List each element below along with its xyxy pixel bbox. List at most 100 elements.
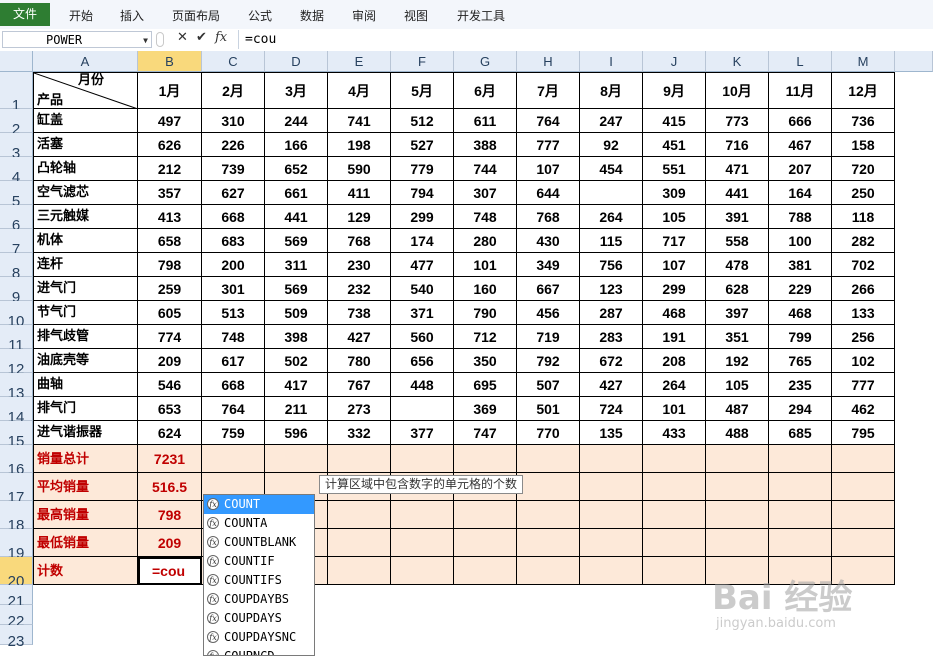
value-cell[interactable]: 398: [265, 325, 328, 349]
value-cell[interactable]: 768: [517, 205, 580, 229]
value-cell[interactable]: 658: [138, 229, 202, 253]
column-header-j[interactable]: J: [643, 51, 706, 72]
value-cell[interactable]: 166: [265, 133, 328, 157]
autocomplete-item[interactable]: fx COUNTBLANK: [204, 533, 314, 552]
name-box[interactable]: POWER ▼: [2, 31, 152, 48]
row-header-10[interactable]: 10: [0, 301, 33, 330]
column-header-g[interactable]: G: [454, 51, 517, 72]
value-cell[interactable]: 736: [832, 109, 895, 133]
value-cell[interactable]: 299: [391, 205, 454, 229]
product-name-cell[interactable]: 节气门: [33, 301, 138, 325]
value-cell[interactable]: 661: [265, 181, 328, 205]
row-header-15[interactable]: 15: [0, 421, 33, 450]
empty-summary-cell[interactable]: [328, 529, 391, 557]
row-header-23[interactable]: 23: [0, 625, 33, 650]
empty-summary-cell[interactable]: [706, 501, 769, 529]
value-cell[interactable]: 656: [391, 349, 454, 373]
file-tab[interactable]: 文件: [0, 3, 50, 26]
value-cell[interactable]: 102: [832, 349, 895, 373]
value-cell[interactable]: 712: [454, 325, 517, 349]
empty-summary-cell[interactable]: [643, 501, 706, 529]
value-cell[interactable]: 198: [328, 133, 391, 157]
month-header-8[interactable]: 8月: [580, 72, 643, 109]
month-header-6[interactable]: 6月: [454, 72, 517, 109]
value-cell[interactable]: 294: [769, 397, 832, 421]
value-cell[interactable]: 794: [391, 181, 454, 205]
empty-summary-cell[interactable]: [328, 557, 391, 585]
value-cell[interactable]: 230: [328, 253, 391, 277]
value-cell[interactable]: 332: [328, 421, 391, 445]
value-cell[interactable]: 417: [265, 373, 328, 397]
value-cell[interactable]: 160: [454, 277, 517, 301]
empty-summary-cell[interactable]: [580, 473, 643, 501]
value-cell[interactable]: 377: [391, 421, 454, 445]
value-cell[interactable]: 415: [643, 109, 706, 133]
value-cell[interactable]: 744: [454, 157, 517, 181]
value-cell[interactable]: 164: [769, 181, 832, 205]
autocomplete-item[interactable]: fx COUNTA: [204, 514, 314, 533]
value-cell[interactable]: 471: [706, 157, 769, 181]
value-cell[interactable]: 487: [706, 397, 769, 421]
value-cell[interactable]: 250: [832, 181, 895, 205]
value-cell[interactable]: 133: [832, 301, 895, 325]
value-cell[interactable]: 777: [517, 133, 580, 157]
value-cell[interactable]: 617: [202, 349, 265, 373]
active-cell[interactable]: =cou: [138, 557, 202, 585]
value-cell[interactable]: 411: [328, 181, 391, 205]
value-cell[interactable]: 273: [328, 397, 391, 421]
value-cell[interactable]: 790: [454, 301, 517, 325]
empty-summary-cell[interactable]: [706, 473, 769, 501]
summary-value-cell[interactable]: 516.5: [138, 473, 202, 501]
row-header-6[interactable]: 6: [0, 205, 33, 234]
value-cell[interactable]: 685: [769, 421, 832, 445]
row-header-20[interactable]: 20: [0, 557, 33, 590]
value-cell[interactable]: 747: [454, 421, 517, 445]
row-header-7[interactable]: 7: [0, 229, 33, 258]
empty-summary-cell[interactable]: [769, 501, 832, 529]
header-corner-cell[interactable]: 月份 产品: [33, 72, 138, 109]
empty-summary-cell[interactable]: [202, 445, 265, 473]
value-cell[interactable]: [391, 397, 454, 421]
value-cell[interactable]: 310: [202, 109, 265, 133]
ribbon-tab-2[interactable]: 插入: [120, 7, 144, 24]
value-cell[interactable]: 759: [202, 421, 265, 445]
value-cell[interactable]: 433: [643, 421, 706, 445]
value-cell[interactable]: 741: [328, 109, 391, 133]
value-cell[interactable]: 628: [706, 277, 769, 301]
product-name-cell[interactable]: 曲轴: [33, 373, 138, 397]
month-header-10[interactable]: 10月: [706, 72, 769, 109]
value-cell[interactable]: 229: [769, 277, 832, 301]
value-cell[interactable]: 624: [138, 421, 202, 445]
value-cell[interactable]: 478: [706, 253, 769, 277]
empty-summary-cell[interactable]: [517, 501, 580, 529]
value-cell[interactable]: 668: [202, 373, 265, 397]
row-header-13[interactable]: 13: [0, 373, 33, 402]
value-cell[interactable]: 569: [265, 229, 328, 253]
empty-summary-cell[interactable]: [643, 529, 706, 557]
empty-summary-cell[interactable]: [265, 445, 328, 473]
empty-summary-cell[interactable]: [454, 445, 517, 473]
value-cell[interactable]: 667: [517, 277, 580, 301]
value-cell[interactable]: 748: [454, 205, 517, 229]
row-header-9[interactable]: 9: [0, 277, 33, 306]
product-name-cell[interactable]: 进气门: [33, 277, 138, 301]
value-cell[interactable]: 468: [643, 301, 706, 325]
autocomplete-item[interactable]: fx COUPDAYSNC: [204, 628, 314, 647]
value-cell[interactable]: 226: [202, 133, 265, 157]
column-header-l[interactable]: L: [769, 51, 832, 72]
value-cell[interactable]: 259: [138, 277, 202, 301]
column-header-next[interactable]: [895, 51, 933, 72]
value-cell[interactable]: 212: [138, 157, 202, 181]
value-cell[interactable]: 590: [328, 157, 391, 181]
ribbon-tab-8[interactable]: 开发工具: [457, 7, 505, 24]
value-cell[interactable]: 158: [832, 133, 895, 157]
insert-function-icon[interactable]: fx: [215, 30, 227, 45]
month-header-11[interactable]: 11月: [769, 72, 832, 109]
value-cell[interactable]: 792: [517, 349, 580, 373]
value-cell[interactable]: 192: [706, 349, 769, 373]
autocomplete-item[interactable]: fx COUPDAYS: [204, 609, 314, 628]
summary-label-cell[interactable]: 最低销量: [33, 529, 138, 557]
column-header-m[interactable]: M: [832, 51, 895, 72]
product-name-cell[interactable]: 排气门: [33, 397, 138, 421]
value-cell[interactable]: 695: [454, 373, 517, 397]
